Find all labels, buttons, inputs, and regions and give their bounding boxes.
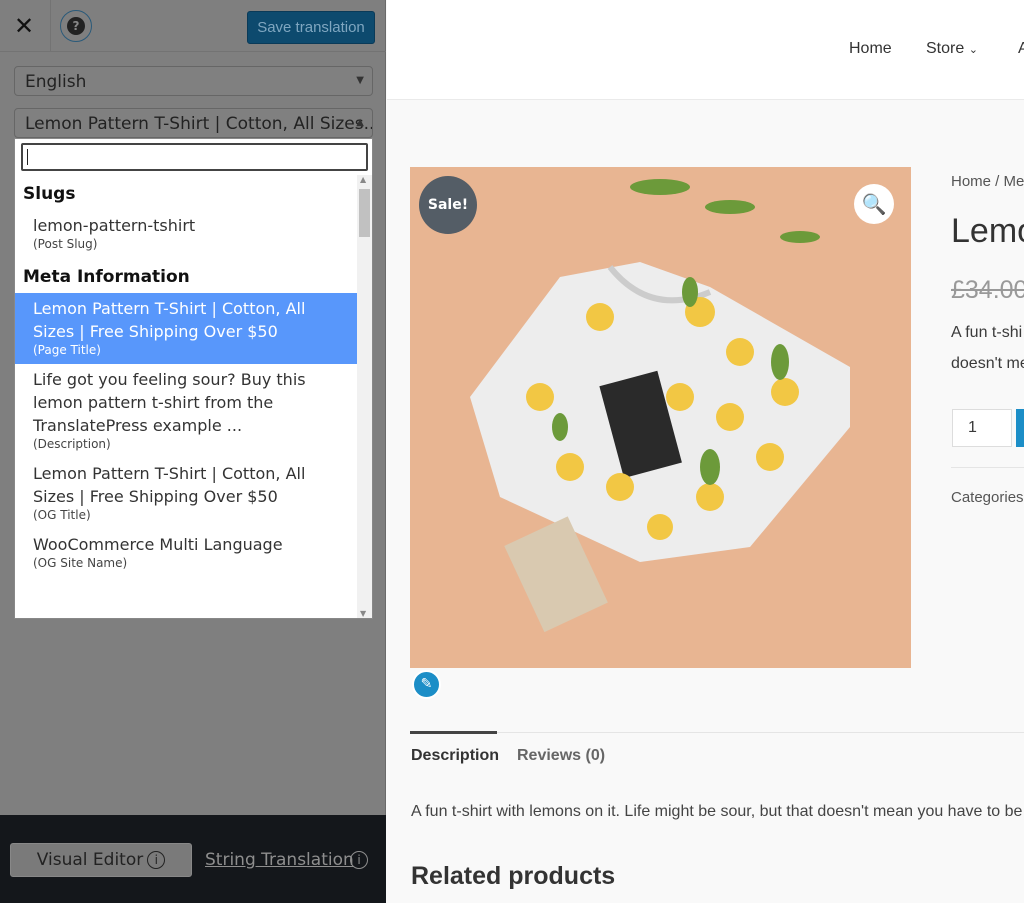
string-dropdown: Slugs lemon-pattern-tshirt (Post Slug) Me…	[14, 138, 373, 619]
option-text: lemon-pattern-tshirt	[33, 216, 196, 235]
string-translation-link[interactable]: String Translation	[205, 850, 354, 870]
nav-item-cut[interactable]: A	[1018, 40, 1024, 58]
chevron-down-icon: ⌄	[968, 44, 978, 56]
divider	[951, 467, 1024, 468]
nav-home[interactable]: Home	[849, 40, 892, 58]
info-icon: i	[350, 851, 368, 869]
pencil-icon: ✎	[420, 676, 433, 692]
info-icon: i	[147, 851, 166, 869]
zoom-magnifier-button[interactable]: 🔍	[854, 184, 894, 224]
dropdown-scrollbar[interactable]: ▲ ▼	[357, 175, 372, 618]
tabs-divider	[410, 732, 1024, 733]
question-icon: ?	[67, 17, 85, 35]
help-button[interactable]: ?	[60, 10, 92, 42]
scroll-up-icon[interactable]: ▲	[360, 175, 366, 184]
tab-description[interactable]: Description	[411, 747, 499, 765]
list-item[interactable]: lemon-pattern-tshirt (Post Slug)	[15, 210, 357, 258]
save-translation-button[interactable]: Save translation	[247, 11, 375, 44]
product-image[interactable]	[410, 167, 911, 668]
option-type: (Post Slug)	[33, 237, 98, 251]
add-to-cart-button[interactable]	[1016, 409, 1024, 447]
categories-label: Categories	[951, 489, 1024, 506]
list-item[interactable]: Life got you feeling sour? Buy this lemo…	[15, 364, 357, 458]
nav-store[interactable]: Store ⌄	[926, 40, 978, 58]
divider	[50, 0, 51, 52]
old-price: £34.00	[951, 276, 1024, 304]
close-icon[interactable]: ✕	[14, 12, 34, 40]
tab-reviews[interactable]: Reviews (0)	[517, 747, 605, 765]
translation-editor-sidebar: ✕ ? Save translation English ▼ Lemon Patt…	[0, 0, 386, 903]
editor-toolbar: ✕ ? Save translation	[0, 0, 386, 52]
tshirt-photo	[470, 179, 850, 633]
active-tab-indicator	[410, 731, 497, 734]
language-value: English	[25, 72, 87, 92]
short-description-line2: doesn't me	[951, 355, 1024, 372]
option-text: Life got you feeling sour? Buy this lemo…	[33, 370, 306, 435]
sale-badge: Sale!	[419, 176, 477, 234]
product-description: A fun t-shirt with lemons on it. Life mi…	[411, 803, 1023, 820]
list-item[interactable]: WooCommerce Multi Language (OG Site Name)	[15, 529, 357, 577]
group-label-meta: Meta Information	[23, 267, 190, 287]
short-description-line1: A fun t-shi	[951, 324, 1023, 341]
option-text: Lemon Pattern T-Shirt | Cotton, All Size…	[33, 464, 306, 506]
search-icon: 🔍	[861, 192, 887, 216]
chevron-down-icon: ▼	[356, 75, 364, 86]
language-select[interactable]: English ▼	[14, 66, 373, 96]
breadcrumb[interactable]: Home / Me	[951, 173, 1024, 190]
visual-editor-button[interactable]: Visual Editor i	[10, 843, 192, 877]
string-options-list: Slugs lemon-pattern-tshirt (Post Slug) Me…	[15, 175, 357, 618]
list-item-selected[interactable]: Lemon Pattern T-Shirt | Cotton, All Size…	[15, 293, 357, 364]
visual-editor-label: Visual Editor	[36, 850, 144, 870]
product-title: Lemo	[951, 212, 1024, 250]
string-select-value: Lemon Pattern T-Shirt | Cotton, All Size…	[25, 114, 373, 134]
scrollbar-thumb[interactable]	[359, 189, 370, 237]
list-item[interactable]: Lemon Pattern T-Shirt | Cotton, All Size…	[15, 458, 357, 529]
quantity-input[interactable]: 1	[952, 409, 1012, 447]
option-text: WooCommerce Multi Language	[33, 535, 283, 554]
option-type: (OG Title)	[33, 508, 91, 522]
option-text: Lemon Pattern T-Shirt | Cotton, All Size…	[33, 299, 306, 341]
option-type: (Page Title)	[33, 343, 101, 357]
nav-store-label: Store	[926, 40, 965, 57]
string-select[interactable]: Lemon Pattern T-Shirt | Cotton, All Size…	[14, 108, 373, 138]
text-cursor	[27, 149, 28, 165]
scroll-down-icon[interactable]: ▼	[360, 609, 366, 618]
edit-pencil-button[interactable]: ✎	[412, 670, 441, 699]
related-products-heading: Related products	[411, 862, 616, 890]
chevron-up-icon: ▲	[356, 117, 364, 128]
option-type: (OG Site Name)	[33, 556, 128, 570]
group-label-slugs: Slugs	[23, 184, 76, 204]
option-type: (Description)	[33, 437, 111, 451]
site-header: Home Store ⌄ A	[387, 0, 1024, 100]
string-search-input[interactable]	[21, 143, 368, 171]
